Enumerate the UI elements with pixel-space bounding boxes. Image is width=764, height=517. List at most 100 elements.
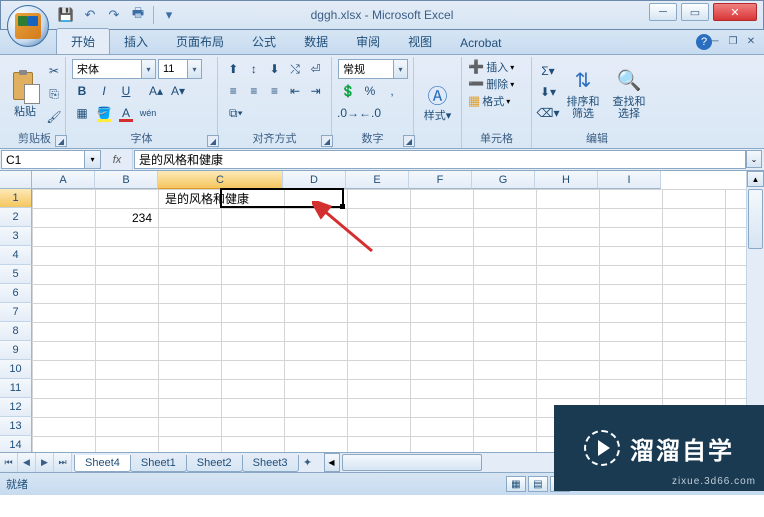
font-color-icon[interactable]: A xyxy=(116,103,136,123)
insert-sheet-button[interactable]: ✦ xyxy=(298,453,318,472)
format-painter-icon[interactable]: 🖌 xyxy=(44,107,64,127)
align-middle-icon[interactable]: ↕ xyxy=(245,59,264,79)
sheet-tab-Sheet2[interactable]: Sheet2 xyxy=(186,455,243,472)
column-header-H[interactable]: H xyxy=(535,171,598,189)
row-header-3[interactable]: 3 xyxy=(0,227,32,246)
column-header-G[interactable]: G xyxy=(472,171,535,189)
align-bottom-icon[interactable]: ⬇ xyxy=(265,59,284,79)
delete-cells-button[interactable]: ➖删除▾ xyxy=(468,76,525,92)
cell-C1[interactable]: 是的风格和健康 xyxy=(162,189,282,208)
sheet-nav-prev[interactable]: ◀ xyxy=(18,453,36,472)
decrease-decimal-icon[interactable]: ←.0 xyxy=(360,103,380,123)
styles-button[interactable]: Ⓐ 样式▾ xyxy=(420,59,455,145)
formula-bar-expand[interactable]: ⌄ xyxy=(746,150,762,168)
row-header-1[interactable]: 1 xyxy=(0,189,32,208)
fx-button[interactable]: fx xyxy=(108,151,126,169)
sort-filter-button[interactable]: ⇅ 排序和 筛选 xyxy=(562,59,604,129)
italic-button[interactable]: I xyxy=(94,81,114,101)
align-top-icon[interactable]: ⬆ xyxy=(224,59,243,79)
underline-button[interactable]: U xyxy=(116,81,136,101)
column-header-I[interactable]: I xyxy=(598,171,661,189)
mdi-minimize[interactable]: ─ xyxy=(708,34,722,48)
tab-data[interactable]: 数据 xyxy=(290,29,342,54)
select-all-corner[interactable] xyxy=(0,171,32,189)
row-header-12[interactable]: 12 xyxy=(0,398,32,417)
qat-save-icon[interactable]: 💾 xyxy=(57,6,75,24)
scroll-up-button[interactable]: ▲ xyxy=(747,171,764,187)
fill-icon[interactable]: ⬇▾ xyxy=(538,82,558,102)
tab-acrobat[interactable]: Acrobat xyxy=(446,32,515,54)
tab-formulas[interactable]: 公式 xyxy=(238,29,290,54)
chevron-down-icon[interactable]: ▾ xyxy=(141,60,155,78)
close-button[interactable]: ✕ xyxy=(713,3,757,21)
wrap-text-icon[interactable]: ⏎ xyxy=(306,59,325,79)
formula-bar[interactable]: 是的风格和健康 xyxy=(134,150,746,169)
row-header-13[interactable]: 13 xyxy=(0,417,32,436)
row-header-6[interactable]: 6 xyxy=(0,284,32,303)
tab-page-layout[interactable]: 页面布局 xyxy=(162,29,238,54)
number-format-combo[interactable]: 常规▾ xyxy=(338,59,408,79)
qat-redo-icon[interactable]: ↷ xyxy=(105,6,123,24)
font-name-combo[interactable]: 宋体▾ xyxy=(72,59,156,79)
column-header-D[interactable]: D xyxy=(283,171,346,189)
column-header-A[interactable]: A xyxy=(32,171,95,189)
accounting-format-icon[interactable]: 💲 xyxy=(338,81,358,101)
row-header-7[interactable]: 7 xyxy=(0,303,32,322)
grow-font-icon[interactable]: A▴ xyxy=(146,81,166,101)
column-header-F[interactable]: F xyxy=(409,171,472,189)
align-center-icon[interactable]: ≡ xyxy=(245,81,264,101)
row-header-10[interactable]: 10 xyxy=(0,360,32,379)
align-right-icon[interactable]: ≡ xyxy=(265,81,284,101)
border-icon[interactable]: ▦ xyxy=(72,103,92,123)
scroll-left-button[interactable]: ◀ xyxy=(324,453,340,472)
sheet-tab-Sheet4[interactable]: Sheet4 xyxy=(74,455,131,472)
chevron-down-icon[interactable]: ▾ xyxy=(187,60,201,78)
decrease-indent-icon[interactable]: ⇤ xyxy=(286,81,305,101)
row-header-9[interactable]: 9 xyxy=(0,341,32,360)
clear-icon[interactable]: ⌫▾ xyxy=(538,103,558,123)
cut-icon[interactable]: ✂ xyxy=(44,61,64,81)
tab-view[interactable]: 视图 xyxy=(394,29,446,54)
office-button[interactable] xyxy=(7,5,49,47)
copy-icon[interactable]: ⎘ xyxy=(44,84,64,104)
orientation-icon[interactable]: ⤭ xyxy=(286,59,305,79)
vscroll-thumb[interactable] xyxy=(748,189,763,249)
format-cells-button[interactable]: ▦格式▾ xyxy=(468,93,525,109)
view-normal-button[interactable]: ▦ xyxy=(506,476,526,492)
row-header-2[interactable]: 2 xyxy=(0,208,32,227)
qat-undo-icon[interactable]: ↶ xyxy=(81,6,99,24)
tab-home[interactable]: 开始 xyxy=(56,28,110,54)
percent-format-icon[interactable]: % xyxy=(360,81,380,101)
phonetic-icon[interactable]: wén xyxy=(138,103,158,123)
fill-color-icon[interactable]: 🪣 xyxy=(94,103,114,123)
row-header-5[interactable]: 5 xyxy=(0,265,32,284)
minimize-button[interactable]: ─ xyxy=(649,3,677,21)
chevron-down-icon[interactable]: ▾ xyxy=(84,151,100,168)
name-box[interactable]: C1▾ xyxy=(1,150,101,169)
shrink-font-icon[interactable]: A▾ xyxy=(168,81,188,101)
tab-review[interactable]: 审阅 xyxy=(342,29,394,54)
sheet-tab-Sheet1[interactable]: Sheet1 xyxy=(130,455,187,472)
chevron-down-icon[interactable]: ▾ xyxy=(393,60,407,78)
qat-customize-icon[interactable]: ▾ xyxy=(160,6,178,24)
tab-insert[interactable]: 插入 xyxy=(110,29,162,54)
sheet-nav-last[interactable]: ⏭ xyxy=(54,453,72,472)
mdi-restore[interactable]: ❐ xyxy=(726,34,740,48)
font-size-combo[interactable]: 11▾ xyxy=(158,59,202,79)
align-left-icon[interactable]: ≡ xyxy=(224,81,243,101)
merge-center-button[interactable]: ⧉▾ xyxy=(224,103,248,123)
mdi-close[interactable]: ✕ xyxy=(744,34,758,48)
find-select-button[interactable]: 🔍 查找和 选择 xyxy=(608,59,650,129)
qat-print-icon[interactable]: 🖶 xyxy=(129,6,147,24)
sheet-nav-next[interactable]: ▶ xyxy=(36,453,54,472)
paste-button[interactable]: 粘贴 xyxy=(10,59,40,129)
comma-format-icon[interactable]: , xyxy=(382,81,402,101)
cell-B2[interactable]: 234 xyxy=(95,208,155,227)
row-header-11[interactable]: 11 xyxy=(0,379,32,398)
sheet-tab-Sheet3[interactable]: Sheet3 xyxy=(242,455,299,472)
row-header-4[interactable]: 4 xyxy=(0,246,32,265)
column-header-B[interactable]: B xyxy=(95,171,158,189)
row-header-14[interactable]: 14 xyxy=(0,436,32,453)
increase-indent-icon[interactable]: ⇥ xyxy=(306,81,325,101)
sheet-nav-first[interactable]: ⏮ xyxy=(0,453,18,472)
